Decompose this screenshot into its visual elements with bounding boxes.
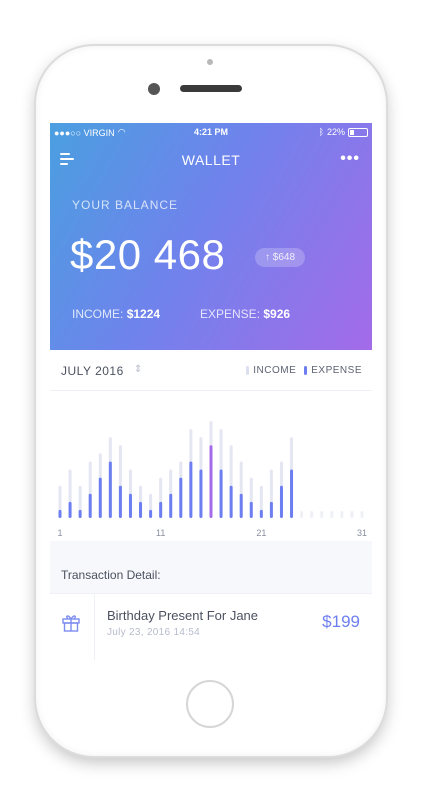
front-camera <box>148 83 160 95</box>
legend-expense-label: EXPENSE <box>311 365 362 376</box>
battery-group: ᛒ 22% <box>319 127 368 137</box>
sort-caret-icon[interactable]: ⇕ <box>134 364 142 375</box>
nav-bar: WALLET ••• <box>50 147 372 173</box>
transactions-header: Transaction Detail: <box>50 551 372 593</box>
balance-header: ●●●○○ VIRGIN ◠ 4:21 PM ᛒ 22% WALLET ••• … <box>50 123 372 350</box>
income-label: INCOME: <box>72 307 124 321</box>
expense-bar-day-20[interactable] <box>249 501 253 518</box>
chart-legend: INCOME EXPENSE <box>246 365 362 376</box>
expense-summary: EXPENSE: $926 <box>200 307 290 321</box>
daily-bar-chart: 1 11 21 31 <box>50 391 372 541</box>
app-screen: ●●●○○ VIRGIN ◠ 4:21 PM ᛒ 22% WALLET ••• … <box>50 123 372 660</box>
earpiece-speaker <box>180 85 242 92</box>
x-tick-label: 31 <box>357 528 367 538</box>
bluetooth-icon: ᛒ <box>318 127 324 137</box>
transactions-title: Transaction Detail: <box>61 568 161 582</box>
transaction-name: Birthday Present For Jane <box>107 608 259 623</box>
income-bar-day-27 <box>320 511 324 518</box>
home-button[interactable] <box>186 680 234 728</box>
expense-label: EXPENSE: <box>200 307 261 321</box>
expense-swatch <box>304 366 308 375</box>
expense-bar-day-22[interactable] <box>269 501 273 518</box>
expense-bar-day-3[interactable] <box>78 509 82 518</box>
balance-value: $20 468 <box>70 231 226 278</box>
income-bar-day-30 <box>350 511 354 518</box>
expense-bar-day-2[interactable] <box>68 501 72 518</box>
transaction-amount: $199 <box>322 612 360 631</box>
legend-income[interactable]: INCOME <box>246 365 296 376</box>
expense-bar-day-16[interactable] <box>209 445 213 518</box>
legend-income-label: INCOME <box>253 365 297 376</box>
balance-label: YOUR BALANCE <box>72 198 179 212</box>
legend-expense[interactable]: EXPENSE <box>304 365 362 376</box>
expense-bar-day-18[interactable] <box>229 485 233 518</box>
income-summary: INCOME: $1224 <box>72 307 160 321</box>
expense-bar-day-17[interactable] <box>219 469 223 518</box>
balance-change-badge: ↑ $648 <box>255 248 306 267</box>
expense-bar-day-14[interactable] <box>189 461 193 518</box>
expense-bar-day-10[interactable] <box>149 509 153 518</box>
expense-bar-day-9[interactable] <box>139 501 143 518</box>
more-options-icon[interactable]: ••• <box>340 150 360 168</box>
expense-bar-day-15[interactable] <box>199 469 203 518</box>
front-sensor <box>207 59 213 65</box>
x-tick-label: 21 <box>256 528 266 538</box>
chart-svg: 1 11 21 31 <box>57 421 367 538</box>
period-selector-bar: JULY 2016 ⇕ INCOME EXPENSE <box>50 350 372 391</box>
expense-bar-day-11[interactable] <box>159 501 163 518</box>
expense-bar-day-24[interactable] <box>290 469 294 518</box>
expense-bar-day-6[interactable] <box>108 461 112 518</box>
income-bar-day-25 <box>300 511 304 518</box>
expense-bar-day-13[interactable] <box>179 477 183 518</box>
income-value: $1224 <box>126 307 161 321</box>
status-bar: ●●●○○ VIRGIN ◠ 4:21 PM ᛒ 22% <box>54 127 368 141</box>
expense-bar-day-8[interactable] <box>128 493 132 518</box>
x-tick-label: 11 <box>156 528 165 538</box>
income-bar-day-28 <box>330 511 334 518</box>
battery-percent: 22% <box>326 127 345 137</box>
expense-bar-day-5[interactable] <box>98 477 102 518</box>
x-tick-label: 1 <box>57 528 62 538</box>
expense-bar-day-12[interactable] <box>169 493 173 518</box>
income-swatch <box>246 366 250 375</box>
income-bar-day-26 <box>310 511 314 518</box>
expense-bar-day-23[interactable] <box>279 485 283 518</box>
income-bar-day-31 <box>360 511 364 518</box>
row-divider <box>94 594 95 660</box>
page-title: WALLET <box>181 152 241 168</box>
expense-bar-day-19[interactable] <box>239 493 243 518</box>
battery-icon <box>348 127 368 137</box>
expense-value: $926 <box>263 307 291 321</box>
month-selector[interactable]: JULY 2016 <box>61 364 124 378</box>
expense-bar-day-4[interactable] <box>88 493 92 518</box>
transaction-date: July 23, 2016 14:54 <box>107 627 200 638</box>
income-bar-day-29 <box>340 511 344 518</box>
expense-bar-day-7[interactable] <box>118 485 122 518</box>
expense-bar-day-1[interactable] <box>58 509 62 518</box>
transaction-row[interactable]: Birthday Present For Jane July 23, 2016 … <box>50 593 372 660</box>
expense-bar-day-21[interactable] <box>259 509 263 518</box>
gift-icon <box>62 615 80 632</box>
